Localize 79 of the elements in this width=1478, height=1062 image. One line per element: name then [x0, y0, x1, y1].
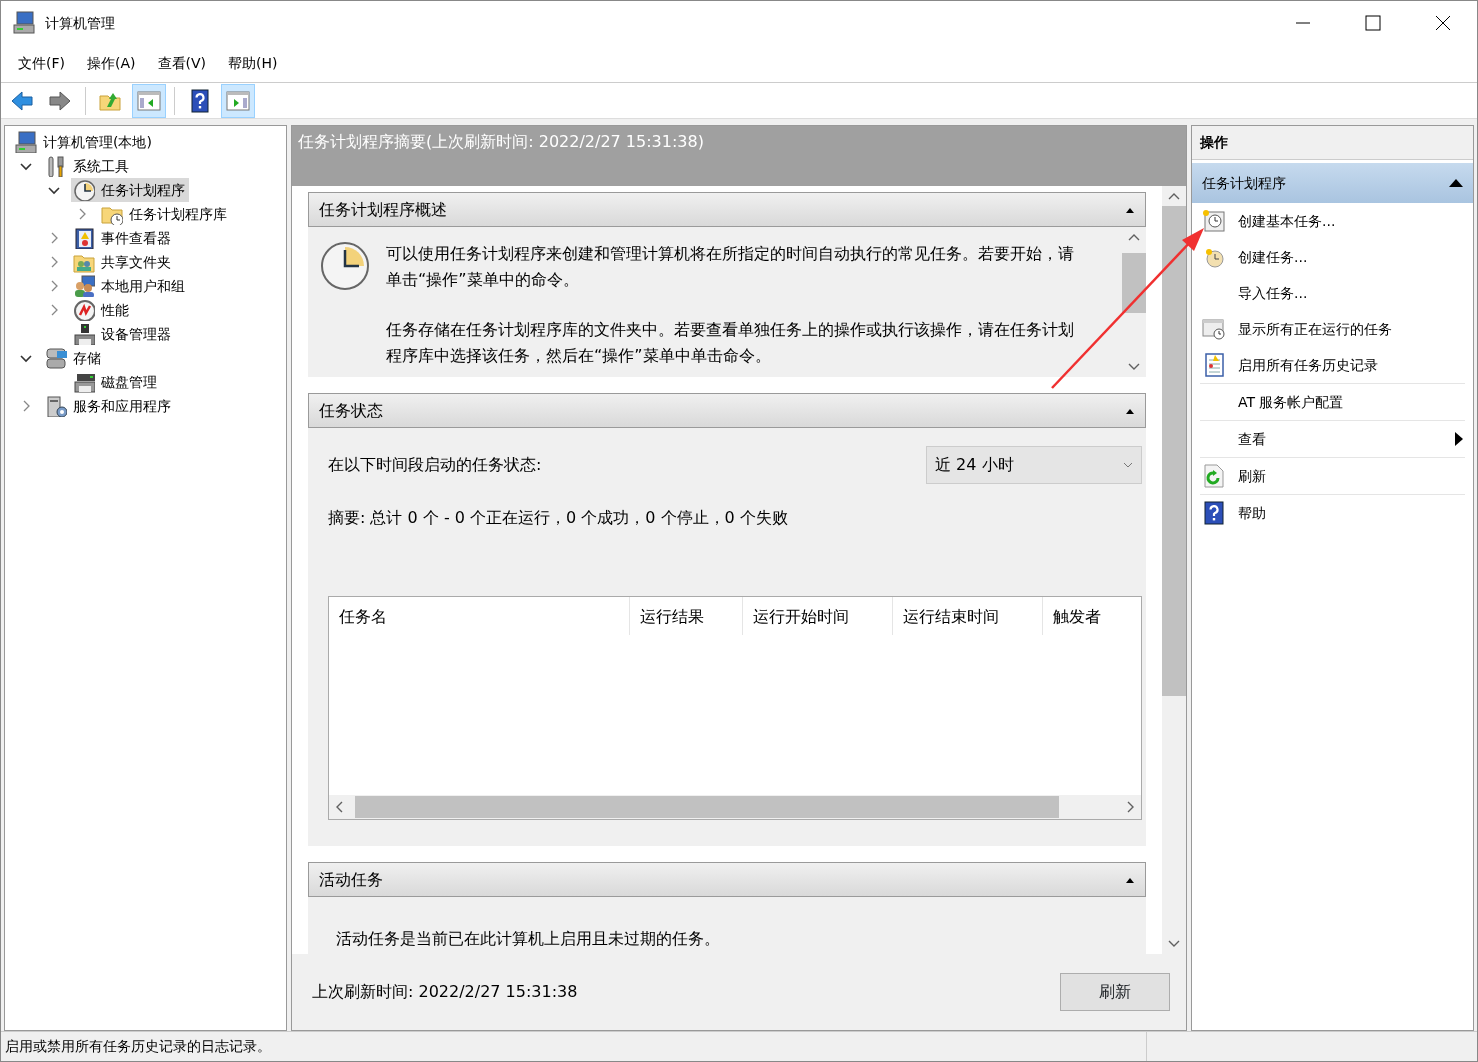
pane-title: 操作 — [1192, 126, 1473, 160]
tree-item[interactable]: 任务计划程序 — [101, 179, 185, 201]
column-header[interactable]: 触发者 — [1043, 597, 1137, 635]
tree-item[interactable]: 计算机管理(本地) — [43, 131, 152, 153]
description-text: 任务存储在任务计划程序库的文件夹中。若要查看单独任务上的操作或执行该操作，请在任务计划程序库中选择该任务，然后在“操作”菜单中单击命令。 — [386, 319, 1075, 367]
action-item[interactable]: 帮助 — [1238, 502, 1266, 524]
refresh-time-text: 上次刷新时间: 2022/2/27 15:31:38 — [312, 981, 578, 1003]
action-item[interactable]: 启用所有任务历史记录 — [1238, 354, 1378, 376]
column-header[interactable]: 运行结束时间 — [893, 597, 1043, 635]
action-item[interactable]: 导入任务... — [1238, 282, 1308, 304]
tree-item[interactable]: 本地用户和组 — [101, 275, 185, 297]
section-title: 任务计划程序概述 — [319, 198, 447, 221]
log-icon — [73, 227, 95, 249]
scrollbar-thumb[interactable] — [355, 796, 1059, 818]
scroll-up-icon[interactable] — [1168, 192, 1180, 200]
tools-icon — [45, 155, 67, 177]
tree-item[interactable]: 任务计划程序库 — [129, 203, 227, 225]
tree-item[interactable]: 共享文件夹 — [101, 251, 171, 273]
clock-icon — [320, 241, 370, 291]
refresh-icon — [1202, 464, 1226, 488]
column-header[interactable]: 任务名 — [329, 597, 630, 635]
storage-icon — [45, 347, 67, 369]
section-title: 活动任务 — [319, 868, 383, 891]
calendar-clock-icon — [1202, 209, 1226, 233]
menu-item[interactable]: 文件(F) — [7, 49, 76, 78]
menu-item[interactable]: 查看(V) — [146, 49, 217, 78]
collapse-caret-icon[interactable] — [1449, 179, 1463, 187]
group-title[interactable]: 任务计划程序 — [1202, 172, 1286, 194]
users-icon — [73, 275, 95, 297]
section-title: 任务状态 — [319, 399, 383, 422]
field-label: 在以下时间段启动的任务状态: — [328, 454, 542, 476]
status-text: 启用或禁用所有任务历史记录的日志记录。 — [4, 1037, 272, 1056]
tree-item[interactable]: 设备管理器 — [101, 323, 171, 345]
tree-item[interactable]: 存储 — [73, 347, 101, 369]
collapse-caret-icon[interactable] — [1125, 206, 1135, 213]
dropdown-chevron-icon — [1123, 462, 1133, 468]
time-range-dropdown[interactable]: 近 24 小时 — [926, 446, 1142, 484]
scroll-down-icon[interactable] — [1168, 940, 1180, 948]
scrollbar-thumb[interactable] — [1122, 253, 1146, 313]
action-item[interactable]: 显示所有正在运行的任务 — [1238, 318, 1392, 340]
description-text: 活动任务是当前已在此计算机上启用且未过期的任务。 — [336, 929, 720, 948]
column-header[interactable]: 运行结果 — [630, 597, 743, 635]
tree-item[interactable]: 事件查看器 — [101, 227, 171, 249]
device-icon — [73, 323, 95, 345]
action-item[interactable]: 刷新 — [1238, 465, 1266, 487]
column-header[interactable]: 运行开始时间 — [743, 597, 893, 635]
clock-icon — [73, 179, 95, 201]
scroll-right-icon[interactable] — [1127, 801, 1135, 813]
menu-item[interactable]: 帮助(H) — [217, 49, 289, 78]
window-clock-icon — [1202, 317, 1226, 341]
services-icon — [45, 395, 67, 417]
disk-icon — [73, 371, 95, 393]
tree-item[interactable]: 服务和应用程序 — [73, 395, 171, 417]
computer-icon — [15, 131, 37, 153]
tree-item[interactable]: 磁盘管理 — [101, 371, 157, 393]
window-title: 计算机管理 — [45, 13, 115, 33]
panel-title: 任务计划程序摘要(上次刷新时间: 2022/2/27 15:31:38) — [298, 132, 704, 151]
action-item[interactable]: AT 服务帐户配置 — [1238, 391, 1344, 413]
collapse-caret-icon[interactable] — [1125, 876, 1135, 883]
help-icon — [1202, 501, 1226, 525]
computer-icon — [13, 11, 37, 35]
menu-item[interactable]: 操作(A) — [76, 49, 147, 78]
scroll-left-icon[interactable] — [335, 801, 343, 813]
scroll-down-icon[interactable] — [1128, 363, 1140, 371]
maximize-icon[interactable] — [1365, 15, 1381, 31]
action-item[interactable]: 创建基本任务... — [1238, 210, 1336, 232]
scrollbar-thumb[interactable] — [1162, 206, 1186, 696]
collapse-caret-icon[interactable] — [1125, 407, 1135, 414]
close-icon[interactable] — [1435, 15, 1451, 31]
refresh-button[interactable]: 刷新 — [1060, 973, 1170, 1011]
tree-item[interactable]: 性能 — [101, 299, 129, 321]
action-item[interactable]: 查看 — [1238, 428, 1266, 450]
description-text: 可以使用任务计划程序来创建和管理计算机将在所指定的时间自动执行的常见任务。若要开始，请单击“操作”菜单中的命令。 — [386, 243, 1075, 291]
tree-item[interactable]: 系统工具 — [73, 155, 129, 177]
scroll-up-icon[interactable] — [1128, 233, 1140, 241]
action-item[interactable]: 创建任务... — [1238, 246, 1308, 268]
gauge-icon — [73, 299, 95, 321]
summary-text: 摘要: 总计 0 个 - 0 个正在运行，0 个成功，0 个停止，0 个失败 — [328, 507, 789, 529]
notebook-icon — [1202, 353, 1226, 377]
